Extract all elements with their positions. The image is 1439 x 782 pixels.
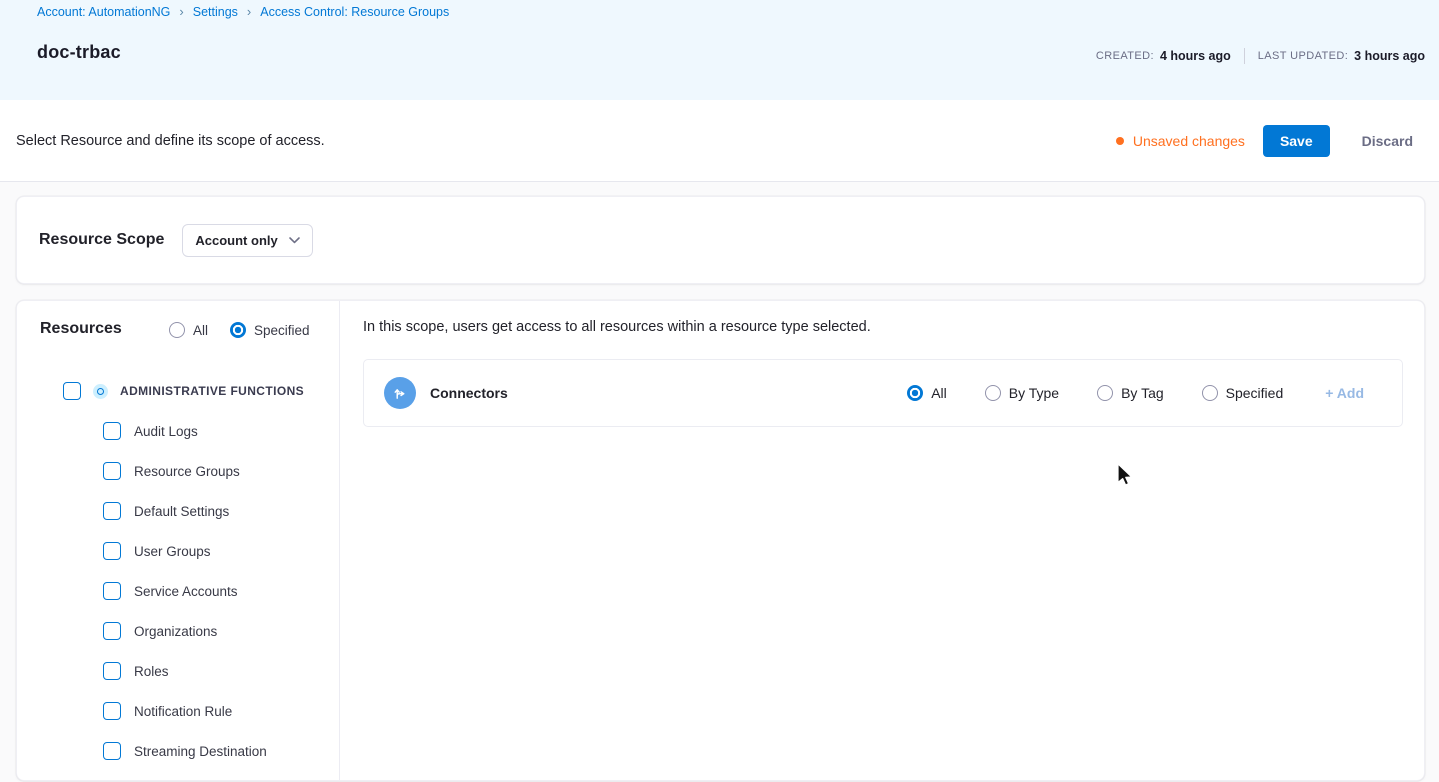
page-title: doc-trbac — [37, 42, 121, 62]
radio-icon[interactable] — [984, 385, 1001, 401]
connectors-scope-radio-group: All By Type By Tag Specified — [907, 385, 1283, 401]
toolbar-actions: Unsaved changes Save Discard — [1115, 124, 1425, 157]
item-label: Audit Logs — [134, 423, 198, 439]
item-checkbox[interactable] — [103, 422, 121, 440]
item-checkbox[interactable] — [103, 702, 121, 720]
resource-item-audit-logs: Audit Logs — [103, 422, 198, 440]
group-checkbox[interactable] — [63, 382, 81, 400]
resources-mode-radio-group: All Specified — [169, 322, 310, 338]
created-label: CREATED: — [1095, 50, 1154, 62]
connectors-option-specified-label: Specified — [1225, 385, 1284, 401]
resources-card: Resources All Specified ADMINISTRATIVE F… — [16, 300, 1425, 781]
group-toggle-icon[interactable] — [93, 383, 108, 399]
resource-item-resource-groups: Resource Groups — [103, 462, 240, 480]
radio-icon[interactable] — [1097, 385, 1114, 401]
resource-item-service-accounts: Service Accounts — [103, 582, 238, 600]
connectors-name: Connectors — [430, 385, 508, 401]
radio-selected-icon[interactable] — [907, 385, 924, 401]
add-button[interactable]: + Add — [1325, 385, 1364, 401]
resource-item-organizations: Organizations — [103, 622, 217, 640]
resources-mode-all-label: All — [193, 322, 209, 338]
scope-detail-panel: In this scope, users get access to all r… — [341, 301, 1424, 780]
breadcrumb-current-link[interactable]: Access Control: Resource Groups — [260, 5, 449, 19]
item-label: Service Accounts — [134, 583, 238, 599]
unsaved-changes-dot-icon — [1115, 136, 1124, 145]
item-checkbox[interactable] — [103, 462, 121, 480]
breadcrumb-separator-icon: › — [179, 4, 184, 19]
meta-divider — [1243, 48, 1245, 64]
item-checkbox[interactable] — [103, 502, 121, 520]
resource-item-notification-rule: Notification Rule — [103, 702, 232, 720]
breadcrumb-separator-icon: › — [246, 4, 252, 19]
resource-item-streaming-destination: Streaming Destination — [103, 742, 267, 760]
header-meta: CREATED: 4 hours ago LAST UPDATED: 3 hou… — [1096, 48, 1425, 64]
item-label: Default Settings — [134, 503, 230, 519]
item-label: Roles — [134, 663, 169, 679]
item-label: Streaming Destination — [134, 743, 267, 759]
connectors-option-all-label: All — [931, 385, 947, 401]
resource-scope-card: Resource Scope Account only — [16, 196, 1425, 284]
resource-item-user-groups: User Groups — [103, 542, 211, 560]
save-button[interactable]: Save — [1262, 124, 1330, 157]
action-toolbar: Select Resource and define its scope of … — [0, 100, 1439, 182]
radio-icon[interactable] — [169, 322, 185, 338]
connectors-fork-icon — [394, 389, 405, 399]
resource-group-administrative-functions: ADMINISTRATIVE FUNCTIONS — [63, 382, 304, 400]
connectors-avatar — [384, 377, 416, 409]
item-checkbox[interactable] — [103, 742, 121, 760]
unsaved-changes-label: Unsaved changes — [1132, 132, 1245, 149]
item-label: User Groups — [134, 543, 211, 559]
item-checkbox[interactable] — [103, 542, 121, 560]
item-label: Notification Rule — [134, 703, 233, 719]
resources-title: Resources — [40, 320, 122, 337]
item-label: Organizations — [134, 623, 218, 639]
connectors-option-specified[interactable]: Specified — [1201, 385, 1284, 401]
connectors-option-by-type-label: By Type — [1008, 385, 1060, 401]
item-checkbox[interactable] — [103, 662, 121, 680]
connectors-option-all[interactable]: All — [907, 385, 947, 401]
resources-mode-specified[interactable]: Specified — [230, 322, 310, 338]
group-label: ADMINISTRATIVE FUNCTIONS — [120, 384, 305, 398]
breadcrumb-settings-link[interactable]: Settings — [193, 5, 238, 19]
toolbar-description: Select Resource and define its scope of … — [16, 132, 325, 149]
resources-mode-specified-label: Specified — [254, 322, 310, 338]
connectors-option-by-tag[interactable]: By Tag — [1097, 385, 1164, 401]
resource-scope-selected-value: Account only — [195, 232, 278, 248]
resources-sidebar: Resources All Specified ADMINISTRATIVE F… — [17, 301, 340, 780]
last-updated-value: 3 hours ago — [1354, 49, 1425, 63]
resource-item-roles: Roles — [103, 662, 169, 680]
created-value: 4 hours ago — [1159, 49, 1231, 63]
connectors-row: Connectors All By Type By Tag Specified — [363, 359, 1403, 427]
connectors-option-by-type[interactable]: By Type — [984, 385, 1060, 401]
resource-scope-select[interactable]: Account only — [182, 223, 314, 257]
radio-selected-icon[interactable] — [230, 322, 247, 338]
breadcrumb: Account: AutomationNG › Settings › Acces… — [37, 4, 449, 19]
page-header: Account: AutomationNG › Settings › Acces… — [0, 0, 1439, 100]
breadcrumb-account-link[interactable]: Account: AutomationNG — [37, 5, 170, 19]
connectors-option-by-tag-label: By Tag — [1121, 385, 1164, 401]
scope-note: In this scope, users get access to all r… — [363, 319, 871, 335]
resource-item-default-settings: Default Settings — [103, 502, 229, 520]
item-checkbox[interactable] — [103, 622, 121, 640]
last-updated-label: LAST UPDATED: — [1257, 50, 1349, 62]
item-checkbox[interactable] — [103, 582, 121, 600]
chevron-down-icon — [289, 236, 301, 244]
item-label: Resource Groups — [134, 463, 240, 479]
discard-button[interactable]: Discard — [1362, 133, 1413, 149]
radio-icon[interactable] — [1201, 385, 1218, 401]
resources-mode-all[interactable]: All — [169, 322, 208, 338]
resource-scope-title: Resource Scope — [39, 231, 165, 248]
